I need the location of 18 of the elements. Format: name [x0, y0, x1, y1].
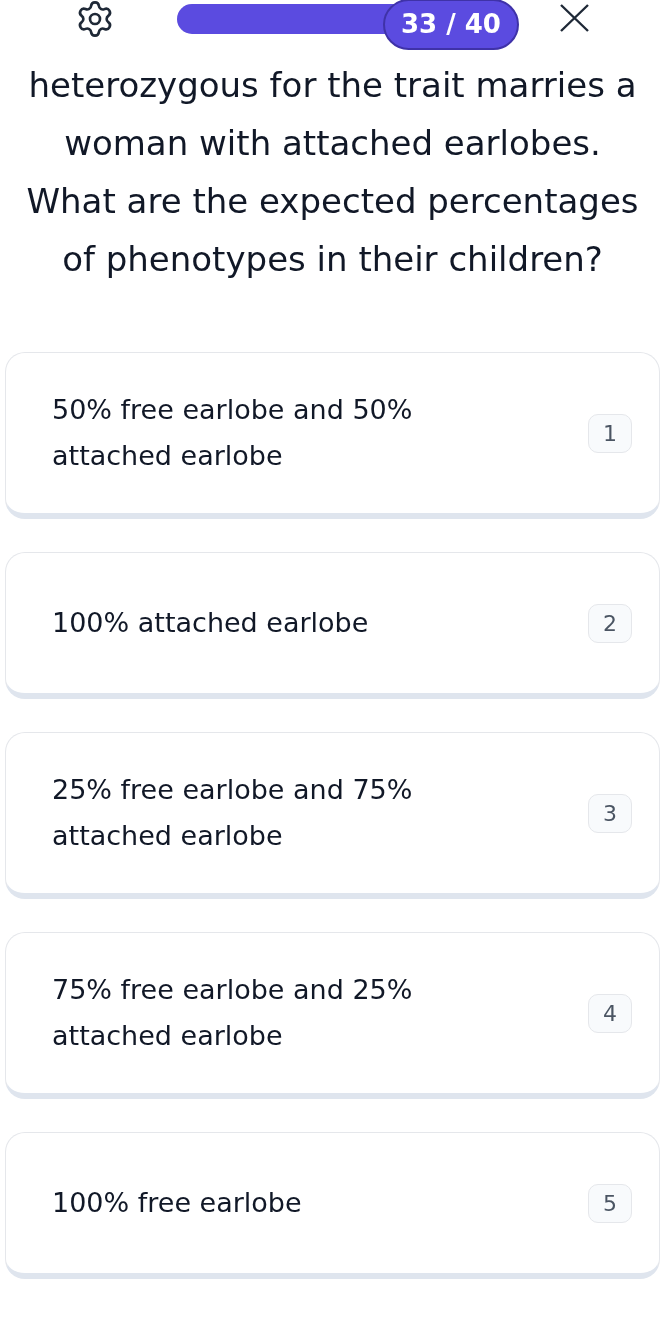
- option-key: 3: [588, 793, 632, 833]
- option-text: 50% free earlobe and 50% attached earlobe: [52, 393, 414, 473]
- option-text: 100% attached earlobe: [52, 606, 370, 640]
- option-text: 75% free earlobe and 25% attached earlobe: [52, 973, 414, 1053]
- question-text: heterozygous for the trait marries a woman with attached earlobes. What are the expected percentages of phenotypes in their children?: [25, 64, 640, 281]
- close-icon[interactable]: [560, 4, 589, 32]
- option-key: 5: [588, 1183, 632, 1223]
- option-key: 1: [588, 413, 632, 453]
- option-text: 100% free earlobe: [52, 1186, 303, 1220]
- answer-option[interactable]: 100% attached earlobe 2: [5, 552, 660, 699]
- option-key: 4: [588, 993, 632, 1033]
- option-key: 2: [588, 603, 632, 643]
- answer-option[interactable]: 75% free earlobe and 25% attached earlobe 4: [5, 932, 660, 1099]
- progress-value-tooltip: 33 / 40: [383, 0, 519, 50]
- answer-option[interactable]: 100% free earlobe 5: [5, 1132, 660, 1279]
- option-text: 25% free earlobe and 75% attached earlobe: [52, 773, 414, 853]
- answer-option[interactable]: 25% free earlobe and 75% attached earlobe 3: [5, 732, 660, 899]
- answer-option[interactable]: 50% free earlobe and 50% attached earlobe 1: [5, 352, 660, 519]
